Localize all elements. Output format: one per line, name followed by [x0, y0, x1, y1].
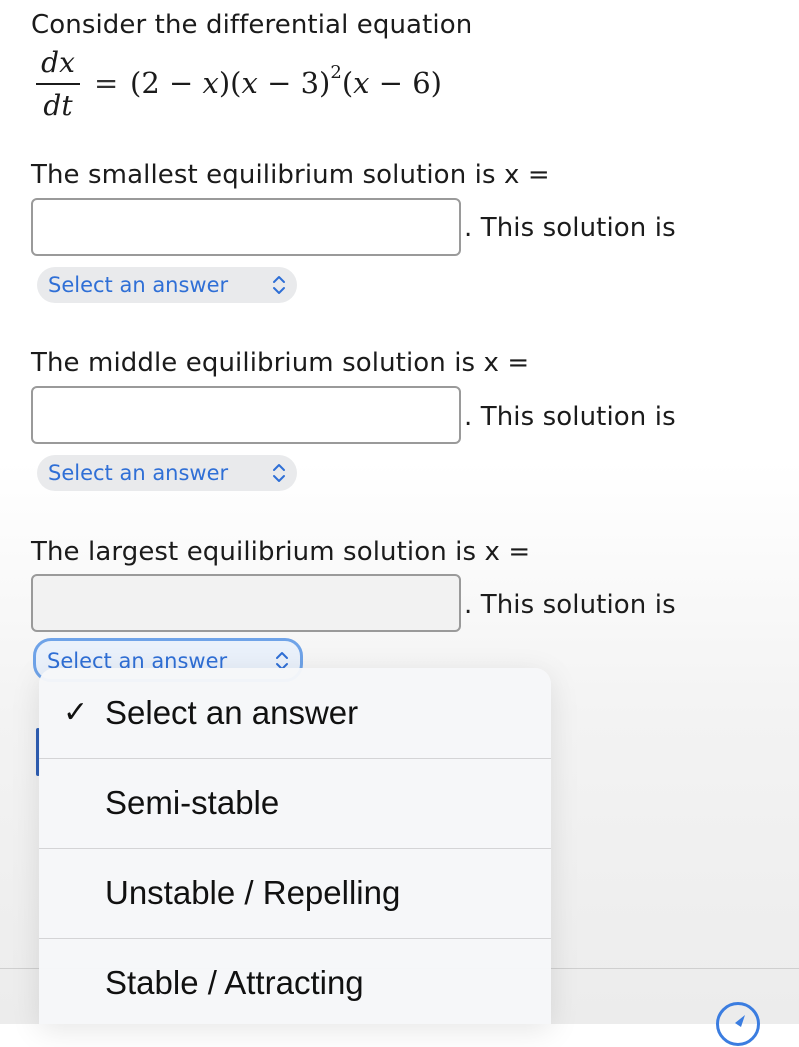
- option-semi-stable[interactable]: Semi-stable: [39, 758, 551, 848]
- option-label: Unstable / Repelling: [105, 874, 401, 911]
- question-middle-prompt: The middle equilibrium solution is x =: [31, 348, 530, 378]
- checkmark-icon: ✓: [63, 696, 89, 729]
- equation-rhs: (2 − x)(x − 3)2(x − 6): [130, 62, 442, 100]
- option-select-an-answer[interactable]: ✓ Select an answer: [39, 668, 551, 758]
- option-unstable-repelling[interactable]: Unstable / Repelling: [39, 848, 551, 938]
- intro-text: Consider the differential equation: [31, 10, 473, 40]
- smallest-stability-select[interactable]: Select an answer: [37, 267, 297, 303]
- fraction-numerator: dx: [41, 46, 75, 79]
- derivative-fraction: dx dt: [36, 46, 80, 123]
- fraction-denominator: dt: [43, 89, 73, 122]
- option-label: Select an answer: [105, 694, 359, 731]
- middle-stability-select[interactable]: Select an answer: [37, 455, 297, 491]
- option-stable-attracting[interactable]: Stable / Attracting: [39, 938, 551, 1028]
- question-largest-prompt: The largest equilibrium solution is x =: [31, 537, 531, 567]
- stability-options-menu: ✓ Select an answer Semi-stable Unstable …: [39, 668, 551, 1024]
- smallest-answer-input[interactable]: [31, 198, 461, 256]
- question-smallest-suffix: . This solution is: [464, 213, 676, 243]
- chevron-up-down-icon: [272, 267, 286, 314]
- select-label: Select an answer: [48, 461, 229, 485]
- question-largest-suffix: . This solution is: [464, 590, 676, 620]
- option-label: Semi-stable: [105, 784, 280, 821]
- largest-answer-input[interactable]: [31, 574, 461, 632]
- chevron-up-down-icon: [272, 455, 286, 502]
- middle-answer-input[interactable]: [31, 386, 461, 444]
- compass-icon[interactable]: [716, 1002, 760, 1046]
- question-middle-suffix: . This solution is: [464, 402, 676, 432]
- select-label: Select an answer: [48, 273, 229, 297]
- option-label: Stable / Attracting: [105, 964, 364, 1001]
- question-smallest-prompt: The smallest equilibrium solution is x =: [31, 160, 550, 190]
- equals-sign: =: [94, 66, 119, 100]
- fraction-bar: [36, 83, 80, 85]
